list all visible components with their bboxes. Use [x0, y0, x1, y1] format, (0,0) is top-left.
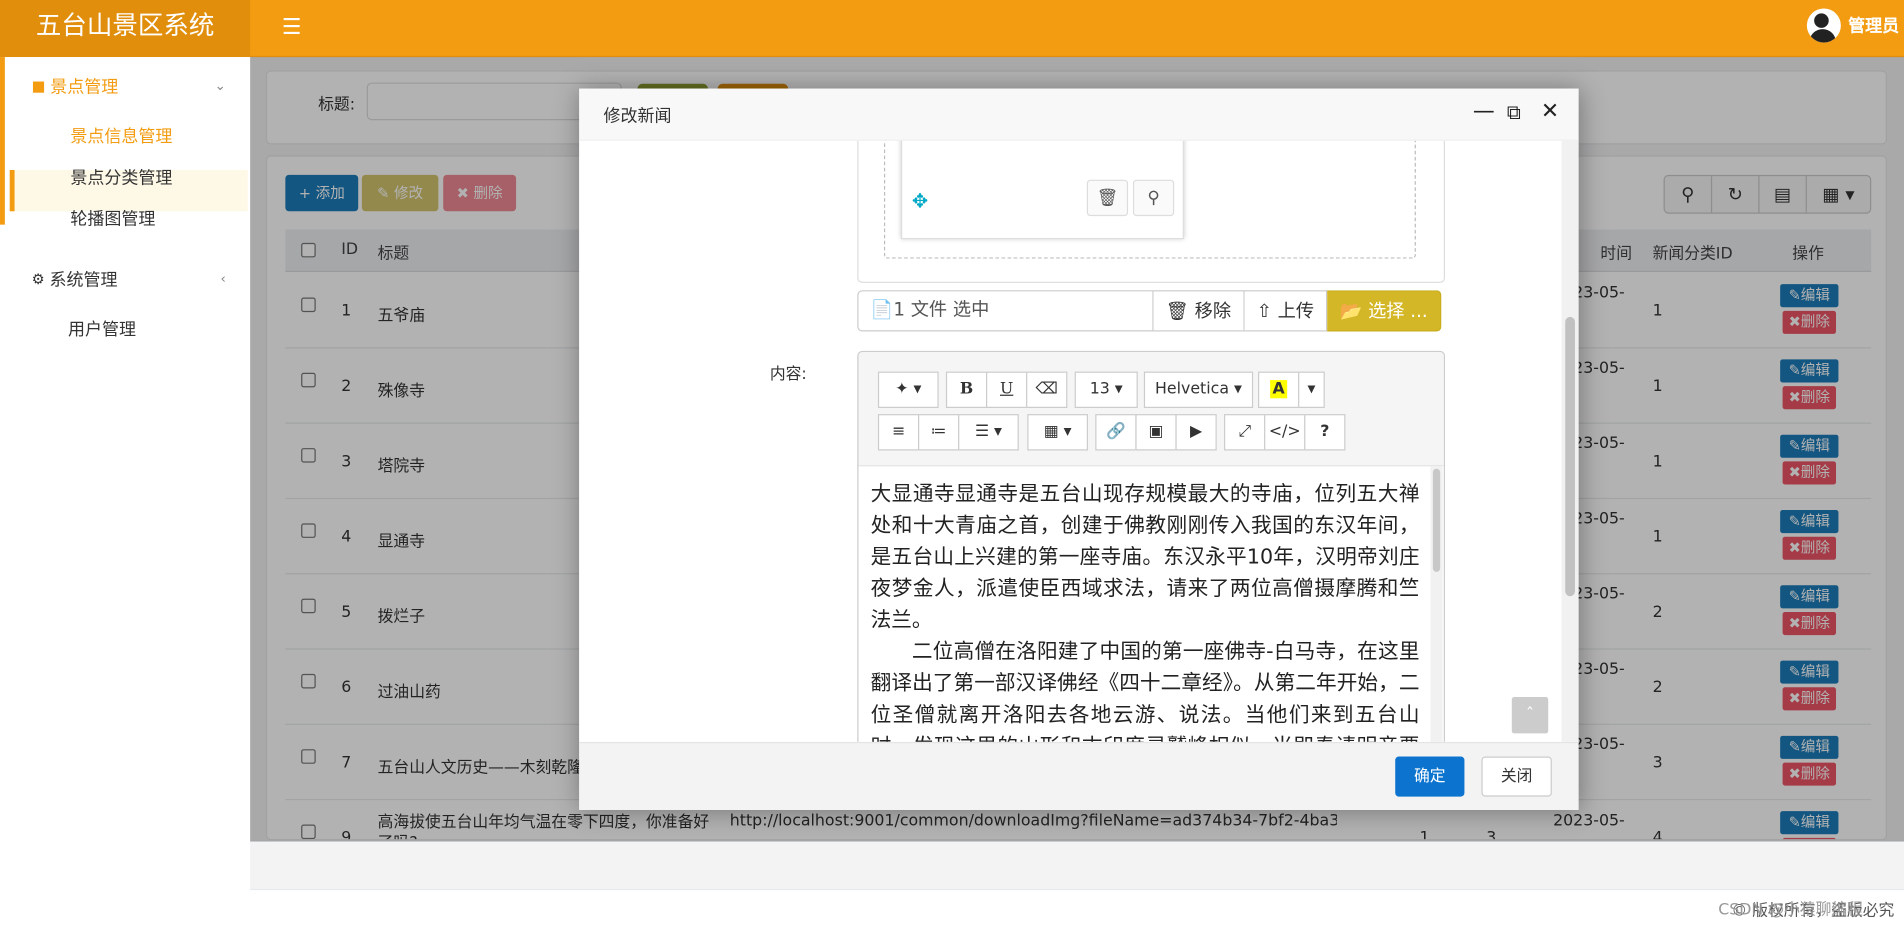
sidebar-group-system[interactable]: ⚙ 系统管理: [32, 267, 118, 291]
text-color-icon[interactable]: A: [1258, 371, 1300, 409]
trash-icon[interactable]: 🗑: [1086, 179, 1129, 217]
sidebar-active-stripe: [0, 57, 5, 225]
image-upload-preview: ✥ 🗑 ⚲: [857, 140, 1446, 283]
sidebar-group-label: 景点管理: [50, 77, 119, 98]
top-navbar: 五台山景区系统 ☰ 管理员: [0, 0, 1904, 58]
chevron-down-icon: ⌄: [214, 77, 226, 94]
user-name: 管理员: [1848, 17, 1900, 37]
editor-scrollbar[interactable]: [1430, 466, 1443, 742]
underline-icon[interactable]: U: [986, 371, 1028, 409]
minimize-icon[interactable]: —: [1473, 98, 1495, 124]
zoom-icon[interactable]: ⚲: [1132, 179, 1175, 217]
move-icon[interactable]: ✥: [912, 189, 928, 212]
dialog-scroll-thumb[interactable]: [1565, 316, 1575, 597]
sidebar-group-label: 系统管理: [49, 270, 118, 291]
magic-style-icon[interactable]: ✦ ▾: [877, 371, 939, 409]
watermark: CSDN @小猿聊编程: [1718, 901, 1863, 920]
rich-text-editor: ✦ ▾ B U ⌫ 13 ▾ Helvetica ▾ A ▾ ≡ ≔ ☰ ▾ ▦…: [857, 350, 1446, 742]
edit-news-dialog: 修改新闻 — ⧉ ✕ ✥ 🗑 ⚲ 📄1 文件 选中 🗑 移除 ⇧ 上传 📂 选择…: [579, 88, 1579, 810]
editor-scroll-thumb[interactable]: [1432, 468, 1441, 572]
editor-paragraph: 二位高僧在洛阳建了中国的第一座佛寺-白马寺，在这里翻译出了第一部汉译佛经《四十二…: [870, 639, 1420, 742]
font-size-dropdown[interactable]: 13 ▾: [1074, 371, 1138, 409]
gear-icon: ⚙: [31, 270, 45, 288]
video-icon[interactable]: ▶: [1175, 414, 1217, 451]
confirm-button[interactable]: 确定: [1395, 756, 1465, 797]
sidebar-group-scenic[interactable]: ■ 景点管理: [32, 74, 119, 98]
ordered-list-icon[interactable]: ≔: [918, 414, 960, 451]
fullscreen-icon[interactable]: ⤢: [1224, 414, 1266, 451]
file-caption: 📄1 文件 选中: [857, 290, 1154, 332]
text-color-dropdown[interactable]: ▾: [1298, 371, 1325, 409]
avatar: [1806, 8, 1841, 43]
sidebar: ■ 景点管理 ⌄ 景点信息管理 景点分类管理 轮播图管理 ⚙ 系统管理 ‹ 用户…: [0, 57, 251, 925]
image-icon[interactable]: ▣: [1135, 414, 1177, 451]
editor-paragraph: 大显通寺显通寺是五台山现存规模最大的寺庙，位列五大禅处和十大青庙之首，创建于佛教…: [870, 482, 1420, 633]
user-menu[interactable]: 管理员: [1806, 7, 1900, 43]
remove-file-button[interactable]: 🗑 移除: [1153, 290, 1245, 332]
maximize-icon[interactable]: ⧉: [1507, 101, 1521, 125]
dialog-scrollbar[interactable]: [1561, 140, 1579, 742]
content-label: 内容:: [769, 365, 807, 384]
close-icon[interactable]: ✕: [1541, 98, 1559, 124]
eraser-icon[interactable]: ⌫: [1026, 371, 1068, 409]
app-title: 五台山景区系统: [0, 0, 251, 58]
font-family-dropdown[interactable]: Helvetica ▾: [1143, 371, 1254, 409]
upload-button[interactable]: ⇧ 上传: [1244, 290, 1328, 332]
app-window: 五台山景区系统 ☰ 管理员 ■ 景点管理 ⌄ 景点信息管理 景点分类管理 轮播图…: [0, 0, 1904, 925]
link-icon[interactable]: 🔗: [1095, 414, 1137, 451]
paragraph-align-icon[interactable]: ☰ ▾: [958, 414, 1019, 451]
sidebar-item-scenic-info[interactable]: 景点信息管理: [70, 124, 172, 148]
menu-toggle-icon[interactable]: ☰: [282, 15, 302, 41]
dialog-footer: 确定 关闭: [579, 741, 1579, 810]
bold-icon[interactable]: B: [945, 371, 988, 409]
file-thumbnail: ✥ 🗑 ⚲: [901, 140, 1184, 240]
chevron-left-icon: ‹: [220, 270, 226, 287]
footer: © 版权所有，盗版必究: [250, 840, 1904, 925]
help-icon[interactable]: ?: [1304, 414, 1346, 451]
editor-toolbar: ✦ ▾ B U ⌫ 13 ▾ Helvetica ▾ A ▾ ≡ ≔ ☰ ▾ ▦…: [858, 352, 1444, 467]
code-view-icon[interactable]: </>: [1264, 414, 1306, 451]
file-input-group: 📄1 文件 选中 🗑 移除 ⇧ 上传 📂 选择 ...: [857, 290, 1445, 332]
editor-content[interactable]: 大显通寺显通寺是五台山现存规模最大的寺庙，位列五大禅处和十大青庙之首，创建于佛教…: [871, 478, 1420, 742]
close-button[interactable]: 关闭: [1481, 756, 1552, 797]
dialog-header: 修改新闻 — ⧉ ✕: [579, 88, 1579, 141]
choose-file-button[interactable]: 📂 选择 ...: [1327, 290, 1442, 332]
sidebar-item-carousel[interactable]: 轮播图管理: [70, 206, 155, 230]
footer-bar: [250, 841, 1904, 891]
sidebar-item-users[interactable]: 用户管理: [68, 317, 136, 341]
cube-icon: ■: [31, 77, 46, 95]
sidebar-item-scenic-category[interactable]: 景点分类管理: [70, 165, 172, 189]
dialog-title: 修改新闻: [603, 106, 672, 127]
back-to-top-icon[interactable]: ˆ: [1511, 697, 1549, 734]
unordered-list-icon[interactable]: ≡: [877, 414, 920, 451]
table-icon[interactable]: ▦ ▾: [1027, 414, 1089, 451]
dialog-body: ✥ 🗑 ⚲ 📄1 文件 选中 🗑 移除 ⇧ 上传 📂 选择 ... 内容: ✦ …: [579, 140, 1579, 742]
